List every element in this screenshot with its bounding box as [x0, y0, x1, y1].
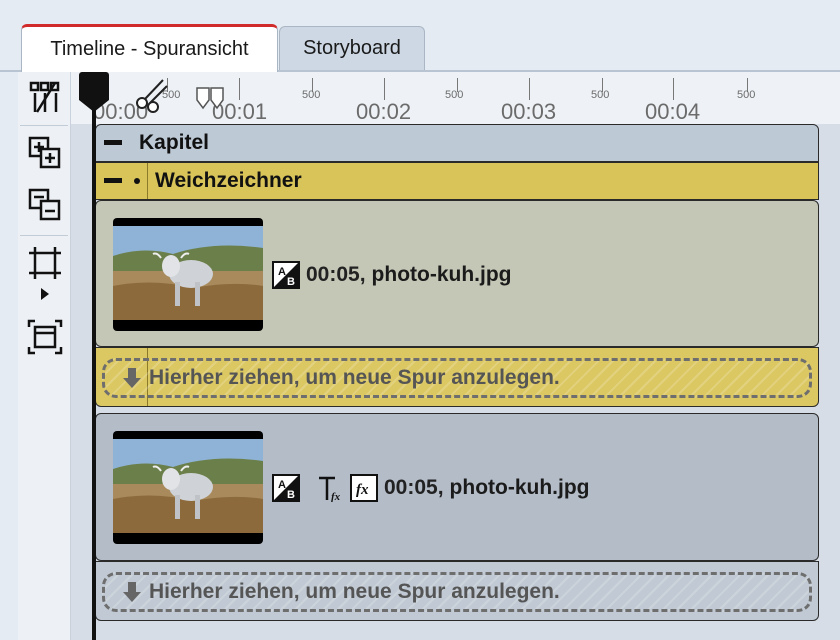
drop-zone[interactable]: Hierher ziehen, um neue Spur anzulegen.	[95, 347, 819, 407]
drop-target[interactable]: Hierher ziehen, um neue Spur anzulegen.	[102, 572, 812, 612]
bullet-icon	[134, 178, 140, 184]
clip-duration: 00:05,	[306, 263, 366, 286]
drop-zone[interactable]: Hierher ziehen, um neue Spur anzulegen.	[95, 561, 819, 621]
transition-icon[interactable]: A B	[272, 261, 300, 289]
ruler-tick	[239, 78, 240, 100]
clip-duration: 00:05,	[384, 476, 444, 499]
svg-text:fx: fx	[356, 482, 369, 498]
collapse-all-icon	[28, 188, 61, 221]
clip-thumbnail[interactable]	[113, 218, 263, 331]
toolbar-separator	[20, 235, 68, 236]
chapter-title: Kapitel	[139, 131, 210, 154]
svg-text:B: B	[287, 489, 295, 501]
tab-timeline[interactable]: Timeline - Spuransicht	[21, 24, 278, 72]
fit-button[interactable]	[26, 244, 64, 282]
cow-photo-icon	[113, 439, 263, 533]
ruler-sublabel: 500	[302, 89, 321, 101]
clip-thumbnail[interactable]	[113, 431, 263, 544]
expand-all-button[interactable]	[26, 134, 64, 172]
collapse-icon[interactable]	[104, 178, 122, 183]
playhead-line[interactable]	[92, 90, 96, 640]
auto-cut-icon	[29, 81, 60, 113]
toolbar-separator	[20, 125, 68, 126]
svg-text:A: A	[278, 266, 286, 278]
cow-photo-icon	[113, 226, 263, 320]
divider	[147, 163, 148, 199]
fit-menu-arrow[interactable]	[26, 284, 64, 304]
ruler-tick	[384, 78, 385, 100]
ruler-label: 00:02	[356, 99, 412, 124]
ruler-label: 00:03	[501, 99, 557, 124]
clip-track[interactable]: A B fx fx 00:05, photo-kuh.jpg	[95, 413, 819, 561]
zoom-fit-icon	[27, 319, 63, 355]
auto-cut-button[interactable]	[26, 78, 64, 116]
tab-storyboard[interactable]: Storyboard	[279, 26, 425, 70]
clip-filename: photo-kuh.jpg	[449, 476, 590, 499]
drop-hint: Hierher ziehen, um neue Spur anzulegen.	[149, 366, 560, 389]
effect-track[interactable]: Weichzeichner	[95, 162, 819, 200]
ruler-sublabel: 500	[445, 89, 464, 101]
effect-fx-icon[interactable]: fx	[350, 474, 378, 502]
arrow-down-icon	[123, 582, 141, 602]
svg-text:fx: fx	[331, 491, 341, 502]
drop-target[interactable]: Hierher ziehen, um neue Spur anzulegen.	[102, 358, 812, 398]
ruler-label: 00:04	[645, 99, 701, 124]
ruler-tick	[673, 78, 674, 100]
effect-title: Weichzeichner	[155, 169, 302, 192]
zoom-fit-button[interactable]	[26, 318, 64, 356]
fit-icon	[29, 247, 61, 279]
drop-hint: Hierher ziehen, um neue Spur anzulegen.	[149, 580, 560, 603]
tab-bar: Timeline - Spuransicht Storyboard	[0, 0, 840, 72]
clip-info: A B fx fx 00:05, photo-kuh.jpg	[272, 474, 590, 502]
text-fx-icon[interactable]: fx	[316, 474, 344, 502]
clip-filename: photo-kuh.jpg	[371, 263, 512, 286]
svg-text:A: A	[278, 479, 286, 491]
clip-info: A B 00:05, photo-kuh.jpg	[272, 261, 512, 289]
expand-all-icon	[28, 136, 61, 169]
ruler-tick	[529, 78, 530, 100]
transition-icon[interactable]: A B	[272, 474, 300, 502]
clip-track[interactable]: A B 00:05, photo-kuh.jpg	[95, 200, 819, 347]
collapse-icon[interactable]	[104, 140, 122, 145]
ruler-sublabel: 500	[591, 89, 610, 101]
chapter-track[interactable]: Kapitel	[95, 124, 819, 162]
ruler-sublabel: 500	[737, 89, 756, 101]
time-ruler[interactable]: 00:00 500 00:01 500 00:02 500 00:03 500 …	[71, 72, 840, 124]
arrow-down-icon	[123, 368, 141, 388]
chevron-right-icon	[41, 288, 49, 300]
collapse-all-button[interactable]	[26, 186, 64, 224]
timeline-toolbar	[18, 72, 71, 640]
scissors-icon[interactable]	[133, 76, 173, 114]
marker-icon[interactable]	[195, 86, 225, 110]
svg-text:B: B	[287, 276, 295, 288]
